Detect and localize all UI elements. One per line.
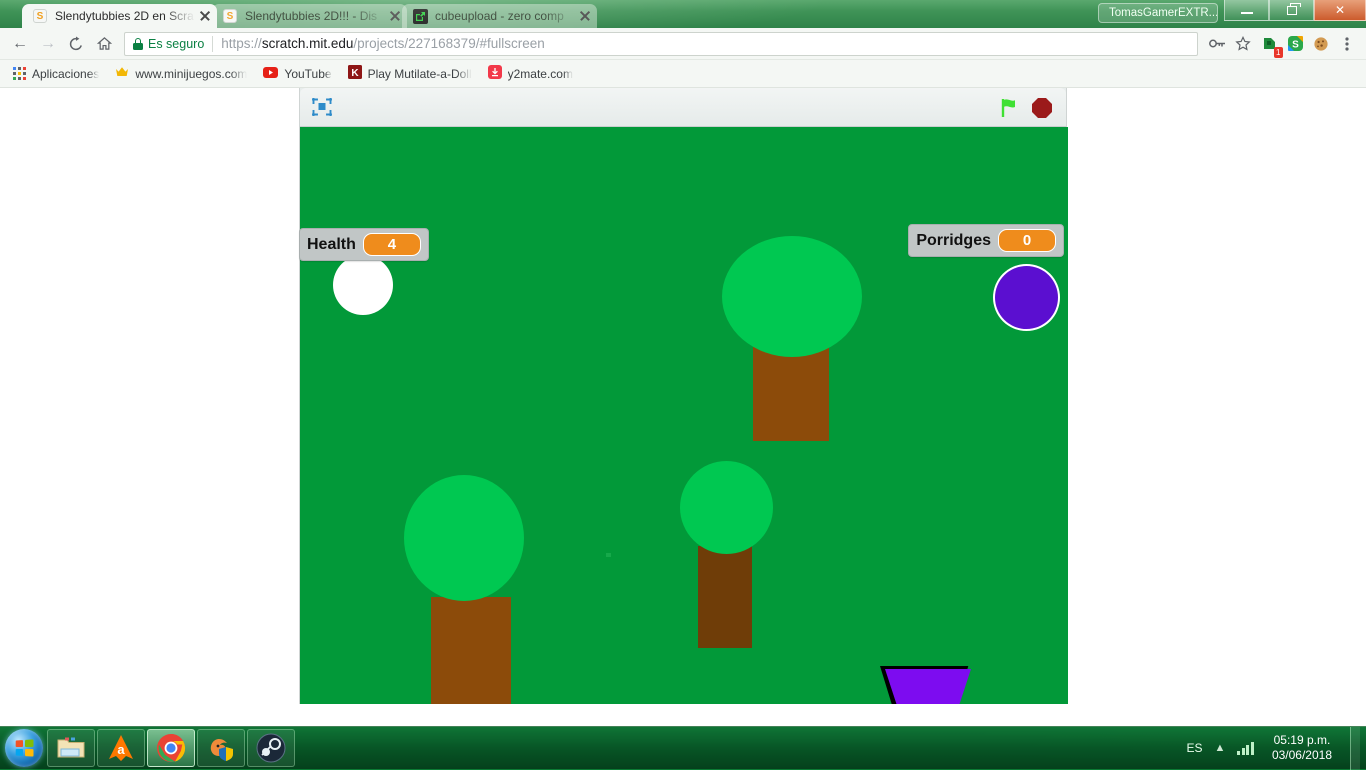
green-flag-icon[interactable]	[998, 97, 1022, 119]
key-icon[interactable]	[1204, 31, 1230, 57]
windows-logo-icon	[5, 729, 43, 767]
tray-clock[interactable]: 05:19 p.m. 03/06/2018	[1266, 733, 1338, 763]
bookmark-y2mate-label: y2mate.com	[508, 67, 573, 81]
bookmarks-bar: Aplicaciones www.minijuegos.com YouTube …	[0, 60, 1366, 88]
bookmark-mutilate-a-doll-label: Play Mutilate-a-Doll	[368, 67, 472, 81]
taskbar-chrome[interactable]	[147, 729, 195, 767]
url-text: https://scratch.mit.edu/projects/2271683…	[221, 36, 544, 51]
forward-arrow-icon[interactable]: →	[34, 30, 62, 58]
green-extension-icon[interactable]: 1	[1256, 31, 1282, 57]
readout-porridges[interactable]: Porridges 0	[908, 224, 1064, 257]
s-extension-icon[interactable]: S	[1282, 31, 1308, 57]
white-circle-sprite[interactable]	[333, 255, 393, 315]
svg-text:S: S	[1292, 40, 1299, 51]
tray-language[interactable]: ES	[1187, 741, 1203, 755]
svg-text:K: K	[351, 68, 359, 79]
tray-date: 03/06/2018	[1272, 748, 1332, 763]
address-bar[interactable]: Es seguro https://scratch.mit.edu/projec…	[124, 32, 1198, 56]
player-toolbar	[300, 88, 1066, 127]
youtube-icon	[263, 67, 278, 81]
tree-trunk	[431, 597, 511, 704]
chrome-browser-window: S Slendytubbies 2D en Scra S Slendytubbi…	[0, 0, 1366, 726]
tree-canopy	[404, 475, 524, 601]
browser-tab-2[interactable]: S Slendytubbies 2D!!! - Dis	[212, 4, 407, 28]
browser-tab-1-title: Slendytubbies 2D en Scra	[55, 9, 195, 23]
scratch-icon: S	[32, 8, 48, 24]
readout-health-value: 4	[363, 233, 421, 256]
back-arrow-icon[interactable]: ←	[6, 30, 34, 58]
cookie-icon[interactable]	[1308, 31, 1334, 57]
exit-fullscreen-icon[interactable]	[310, 96, 334, 118]
close-icon[interactable]	[577, 8, 593, 24]
readout-porridges-label: Porridges	[916, 232, 991, 250]
close-icon[interactable]	[197, 8, 213, 24]
scratch-project-player: Health 4 Porridges 0	[299, 88, 1067, 704]
taskbar-firefox-shield[interactable]	[197, 729, 245, 767]
windows-taskbar: a ES ▲	[0, 726, 1366, 769]
readout-health-label: Health	[307, 236, 356, 254]
purple-bowl-sprite[interactable]	[880, 666, 976, 704]
home-icon[interactable]	[90, 30, 118, 58]
show-desktop-button[interactable]	[1350, 727, 1360, 770]
network-signal-icon[interactable]	[1237, 742, 1254, 755]
k-icon: K	[348, 65, 362, 82]
profile-button[interactable]: TomasGamerEXTR...	[1098, 3, 1218, 23]
scratch-icon: S	[222, 8, 238, 24]
tray-time: 05:19 p.m.	[1272, 733, 1332, 748]
minimize-button[interactable]	[1224, 0, 1269, 21]
start-button[interactable]	[2, 728, 46, 768]
taskbar-steam[interactable]	[247, 729, 295, 767]
window-caption-buttons: TomasGamerEXTR... ✕	[1098, 0, 1366, 26]
tree-trunk	[698, 546, 752, 648]
readout-porridges-value: 0	[998, 229, 1056, 252]
taskbar-file-explorer[interactable]	[47, 729, 95, 767]
omnibox-divider	[212, 36, 213, 52]
lock-icon	[133, 38, 143, 50]
close-window-button[interactable]: ✕	[1314, 0, 1366, 21]
show-hidden-icons-icon[interactable]: ▲	[1215, 742, 1226, 754]
chrome-menu-icon[interactable]	[1334, 31, 1360, 57]
apps-grid-icon	[13, 67, 26, 80]
tree-trunk	[753, 346, 829, 441]
close-icon[interactable]	[387, 8, 403, 24]
tree-canopy	[722, 236, 862, 357]
taskbar-avast[interactable]: a	[97, 729, 145, 767]
bookmark-minijuegos-label: www.minijuegos.com	[135, 67, 247, 81]
svg-text:a: a	[117, 742, 125, 757]
scratch-stage[interactable]	[300, 127, 1068, 704]
browser-tab-2-title: Slendytubbies 2D!!! - Dis	[245, 9, 385, 23]
purple-circle-sprite[interactable]	[995, 266, 1058, 329]
stop-sign-icon[interactable]	[1032, 98, 1054, 120]
page-viewport: Health 4 Porridges 0	[0, 88, 1366, 726]
tree-sprite-top[interactable]	[722, 236, 862, 451]
browser-toolbar: ← → Es seguro https://scratch.mit.edu/pr…	[0, 28, 1366, 60]
bookmark-youtube-label: YouTube	[284, 67, 331, 81]
restore-button[interactable]	[1269, 0, 1314, 21]
browser-tab-3-title: cubeupload - zero comp	[435, 9, 575, 23]
cubeupload-icon	[412, 8, 428, 24]
tree-canopy	[680, 461, 773, 554]
bookmark-youtube[interactable]: YouTube	[256, 65, 338, 83]
bookmark-apps-label: Aplicaciones	[32, 67, 99, 81]
tab-strip: S Slendytubbies 2D en Scra S Slendytubbi…	[0, 0, 1366, 28]
bookmark-minijuegos[interactable]: www.minijuegos.com	[108, 64, 254, 83]
system-tray: ES ▲ 05:19 p.m. 03/06/2018	[1187, 727, 1366, 770]
browser-tab-1[interactable]: S Slendytubbies 2D en Scra	[22, 4, 217, 28]
reload-icon[interactable]	[62, 30, 90, 58]
tree-sprite-left[interactable]	[404, 475, 524, 704]
security-label: Es seguro	[148, 37, 204, 51]
tree-sprite-middle[interactable]	[680, 461, 773, 651]
readout-health[interactable]: Health 4	[299, 228, 429, 261]
star-bookmark-icon[interactable]	[1230, 31, 1256, 57]
bookmark-apps[interactable]: Aplicaciones	[6, 65, 106, 83]
crown-icon	[115, 66, 129, 81]
browser-tab-3[interactable]: cubeupload - zero comp	[402, 4, 597, 28]
bookmark-mutilate-a-doll[interactable]: K Play Mutilate-a-Doll	[341, 63, 479, 84]
download-icon	[488, 65, 502, 82]
bookmark-y2mate[interactable]: y2mate.com	[481, 63, 580, 84]
small-dot-sprite[interactable]	[606, 553, 611, 557]
bowl-fill	[885, 669, 971, 704]
